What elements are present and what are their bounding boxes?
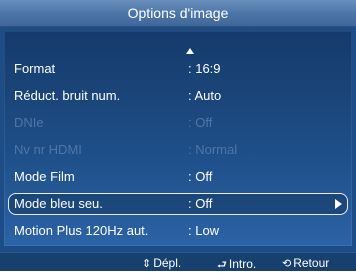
move-hint: ⇕ Dépl.: [142, 256, 181, 270]
menu-item-value: : Off: [188, 115, 213, 130]
menu-item-film-mode[interactable]: Mode Film : Off: [8, 167, 348, 187]
menu-item-label: Motion Plus 120Hz aut.: [14, 223, 149, 238]
return-icon: ⟲: [282, 257, 292, 270]
enter-hint-label: Intro.: [228, 257, 257, 271]
picture-options-osd: Options d'image Format : 16:9 Réduct. br…: [0, 0, 356, 271]
enter-icon: ⮐: [217, 258, 227, 271]
menu-item-value: : Off: [188, 169, 213, 184]
navigation-hints-bar: ⇕ Dépl. ⮐ Intro. ⟲ Retour: [0, 252, 356, 271]
menu-item-label: Réduct. bruit num.: [14, 88, 121, 103]
menu-item-value: : Low: [188, 223, 220, 238]
menu-item-motion-plus[interactable]: Motion Plus 120Hz aut. : Low: [8, 221, 348, 241]
menu-item-value: : Normal: [188, 142, 238, 157]
menu-item-blue-only-mode[interactable]: Mode bleu seu. : Off: [8, 193, 348, 215]
menu-item-dnie: DNIe : Off: [8, 113, 348, 133]
menu-item-value: : 16:9: [188, 61, 221, 76]
menu-item-value: : Auto: [188, 88, 222, 103]
move-hint-label: Dépl.: [153, 256, 182, 270]
menu-list: Format : 16:9 Réduct. bruit num. : Auto …: [4, 31, 352, 246]
menu-title: Options d'image: [127, 5, 229, 21]
submenu-arrow-icon[interactable]: [335, 199, 342, 209]
enter-hint: ⮐ Intro.: [217, 256, 256, 275]
menu-item-label: DNIe: [14, 115, 44, 130]
menu-item-label: Mode Film: [14, 169, 75, 184]
menu-item-digital-noise-reduction[interactable]: Réduct. bruit num. : Auto: [8, 86, 348, 106]
menu-item-hdmi-black-level: Nv nr HDMI : Normal: [8, 140, 348, 160]
menu-item-format[interactable]: Format : 16:9: [8, 59, 348, 79]
menu-item-label: Nv nr HDMI: [14, 142, 82, 157]
menu-item-value: : Off: [188, 196, 213, 211]
up-down-arrows-icon: ⇕: [142, 257, 152, 270]
title-bar: Options d'image: [0, 0, 356, 27]
return-hint: ⟲ Retour: [282, 256, 329, 270]
scroll-up-arrow-icon[interactable]: [186, 48, 194, 54]
menu-item-label: Format: [14, 61, 56, 76]
menu-item-label: Mode bleu seu.: [14, 196, 103, 211]
return-hint-label: Retour: [293, 256, 330, 270]
